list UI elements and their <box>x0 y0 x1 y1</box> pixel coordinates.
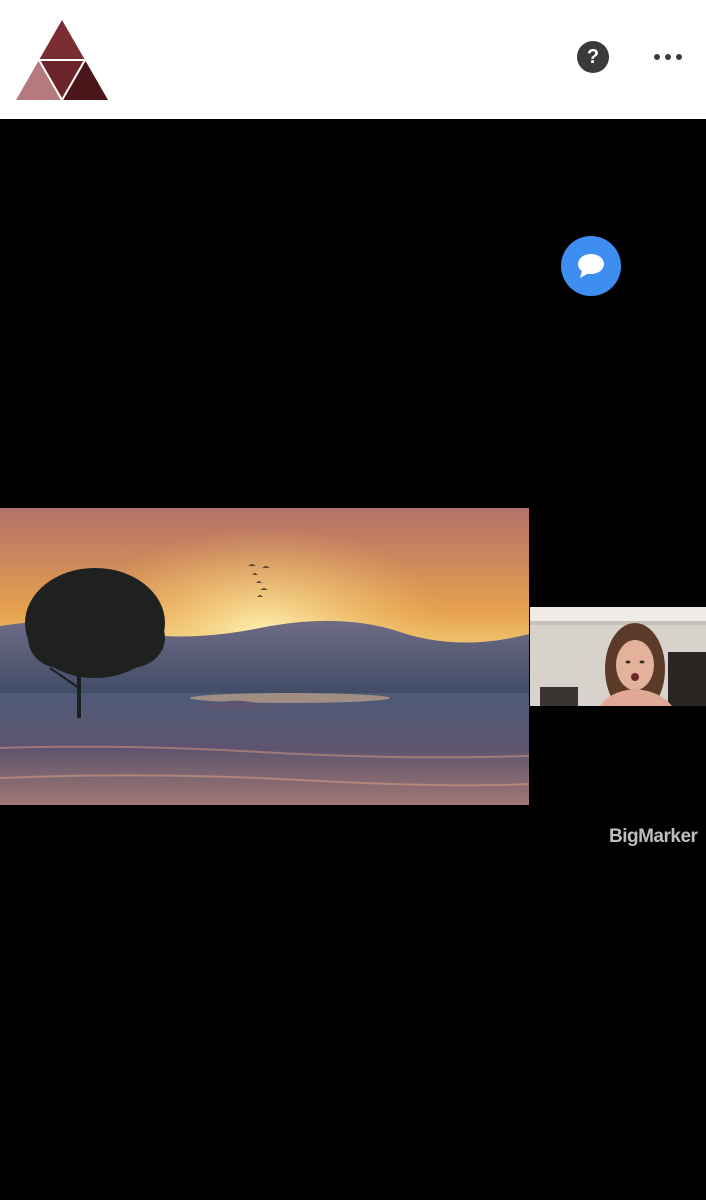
help-button[interactable]: ? <box>577 41 609 73</box>
chat-button[interactable] <box>561 236 621 296</box>
question-circle-icon: ? <box>586 45 600 68</box>
sunset-lake-tree-image <box>0 508 529 805</box>
shared-slide-image <box>0 508 529 805</box>
triangle-logo-icon <box>16 20 108 101</box>
more-options-button[interactable] <box>650 42 686 72</box>
top-header: ? <box>0 0 706 119</box>
more-dots-icon <box>654 54 660 60</box>
presenter-webcam-video <box>530 607 706 706</box>
bigmarker-watermark: BigMarker <box>609 826 698 847</box>
presenter-video-tile[interactable] <box>530 607 706 706</box>
more-dots-icon <box>665 54 671 60</box>
more-dots-icon <box>676 54 682 60</box>
chat-bubble-icon <box>578 254 604 278</box>
